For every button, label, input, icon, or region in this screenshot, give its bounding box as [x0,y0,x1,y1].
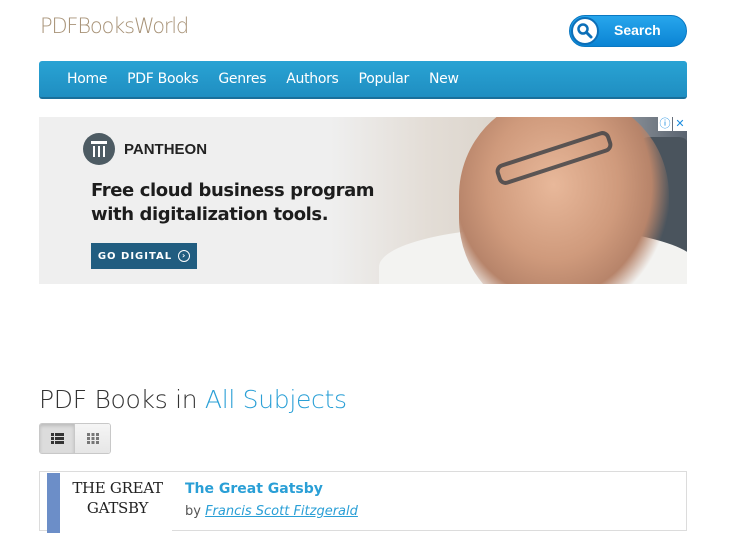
main-navbar: Home PDF Books Genres Authors Popular Ne… [39,61,687,99]
grid-view-icon [86,433,99,444]
ad-cta-button[interactable]: GO DIGITAL › [91,243,197,269]
ad-controls: ⓘ ✕ [657,117,687,131]
book-cover-line1: THE GREAT [72,479,163,497]
chevron-right-circle-icon: › [178,250,191,262]
nav-genres[interactable]: Genres [208,61,276,97]
grid-view-button[interactable] [75,424,110,453]
book-cover[interactable]: THE GREAT GATSBY [47,473,172,533]
info-icon[interactable]: ⓘ [658,117,672,131]
close-icon[interactable]: ✕ [673,117,687,131]
ad-brand-name: PANTHEON [124,140,208,158]
subject-link[interactable]: All Subjects [205,385,347,414]
book-cover-line2: GATSBY [86,499,149,517]
ad-headline-line2: with digitalization tools. [91,204,329,225]
book-cover-spine [47,473,60,533]
pillar-icon [83,133,115,165]
book-title-link[interactable]: The Great Gatsby [185,481,323,497]
nav-home[interactable]: Home [57,61,117,97]
page-title-prefix: PDF Books in [39,385,205,414]
nav-pdf-books[interactable]: PDF Books [117,61,208,97]
ad-headline-line1: Free cloud business program [91,180,375,201]
book-author-by: by [185,504,206,519]
view-toggle [39,423,111,454]
book-list-item: THE GREAT GATSBY The Great Gatsby by Fra… [39,471,687,533]
nav-authors[interactable]: Authors [276,61,348,97]
ad-headline: Free cloud business program with digital… [91,179,375,227]
advertisement-banner[interactable]: PANTHEON Free cloud business program wit… [39,117,687,284]
search-button-label: Search [614,22,661,38]
book-author: by Francis Scott Fitzgerald [185,504,358,519]
list-view-button[interactable] [40,424,75,453]
search-icon [571,17,599,45]
page-title: PDF Books in All Subjects [39,385,347,414]
ad-cta-label: GO DIGITAL [97,250,173,262]
site-logo[interactable]: PDFBooksWorld [40,14,189,38]
list-view-icon [50,433,64,444]
book-author-link[interactable]: Francis Scott Fitzgerald [205,504,358,519]
ad-brand-logo: PANTHEON [83,133,207,165]
search-button[interactable]: Search [569,15,687,47]
nav-new[interactable]: New [419,61,469,97]
nav-popular[interactable]: Popular [349,61,419,97]
book-cover-title: THE GREAT GATSBY [65,478,170,518]
